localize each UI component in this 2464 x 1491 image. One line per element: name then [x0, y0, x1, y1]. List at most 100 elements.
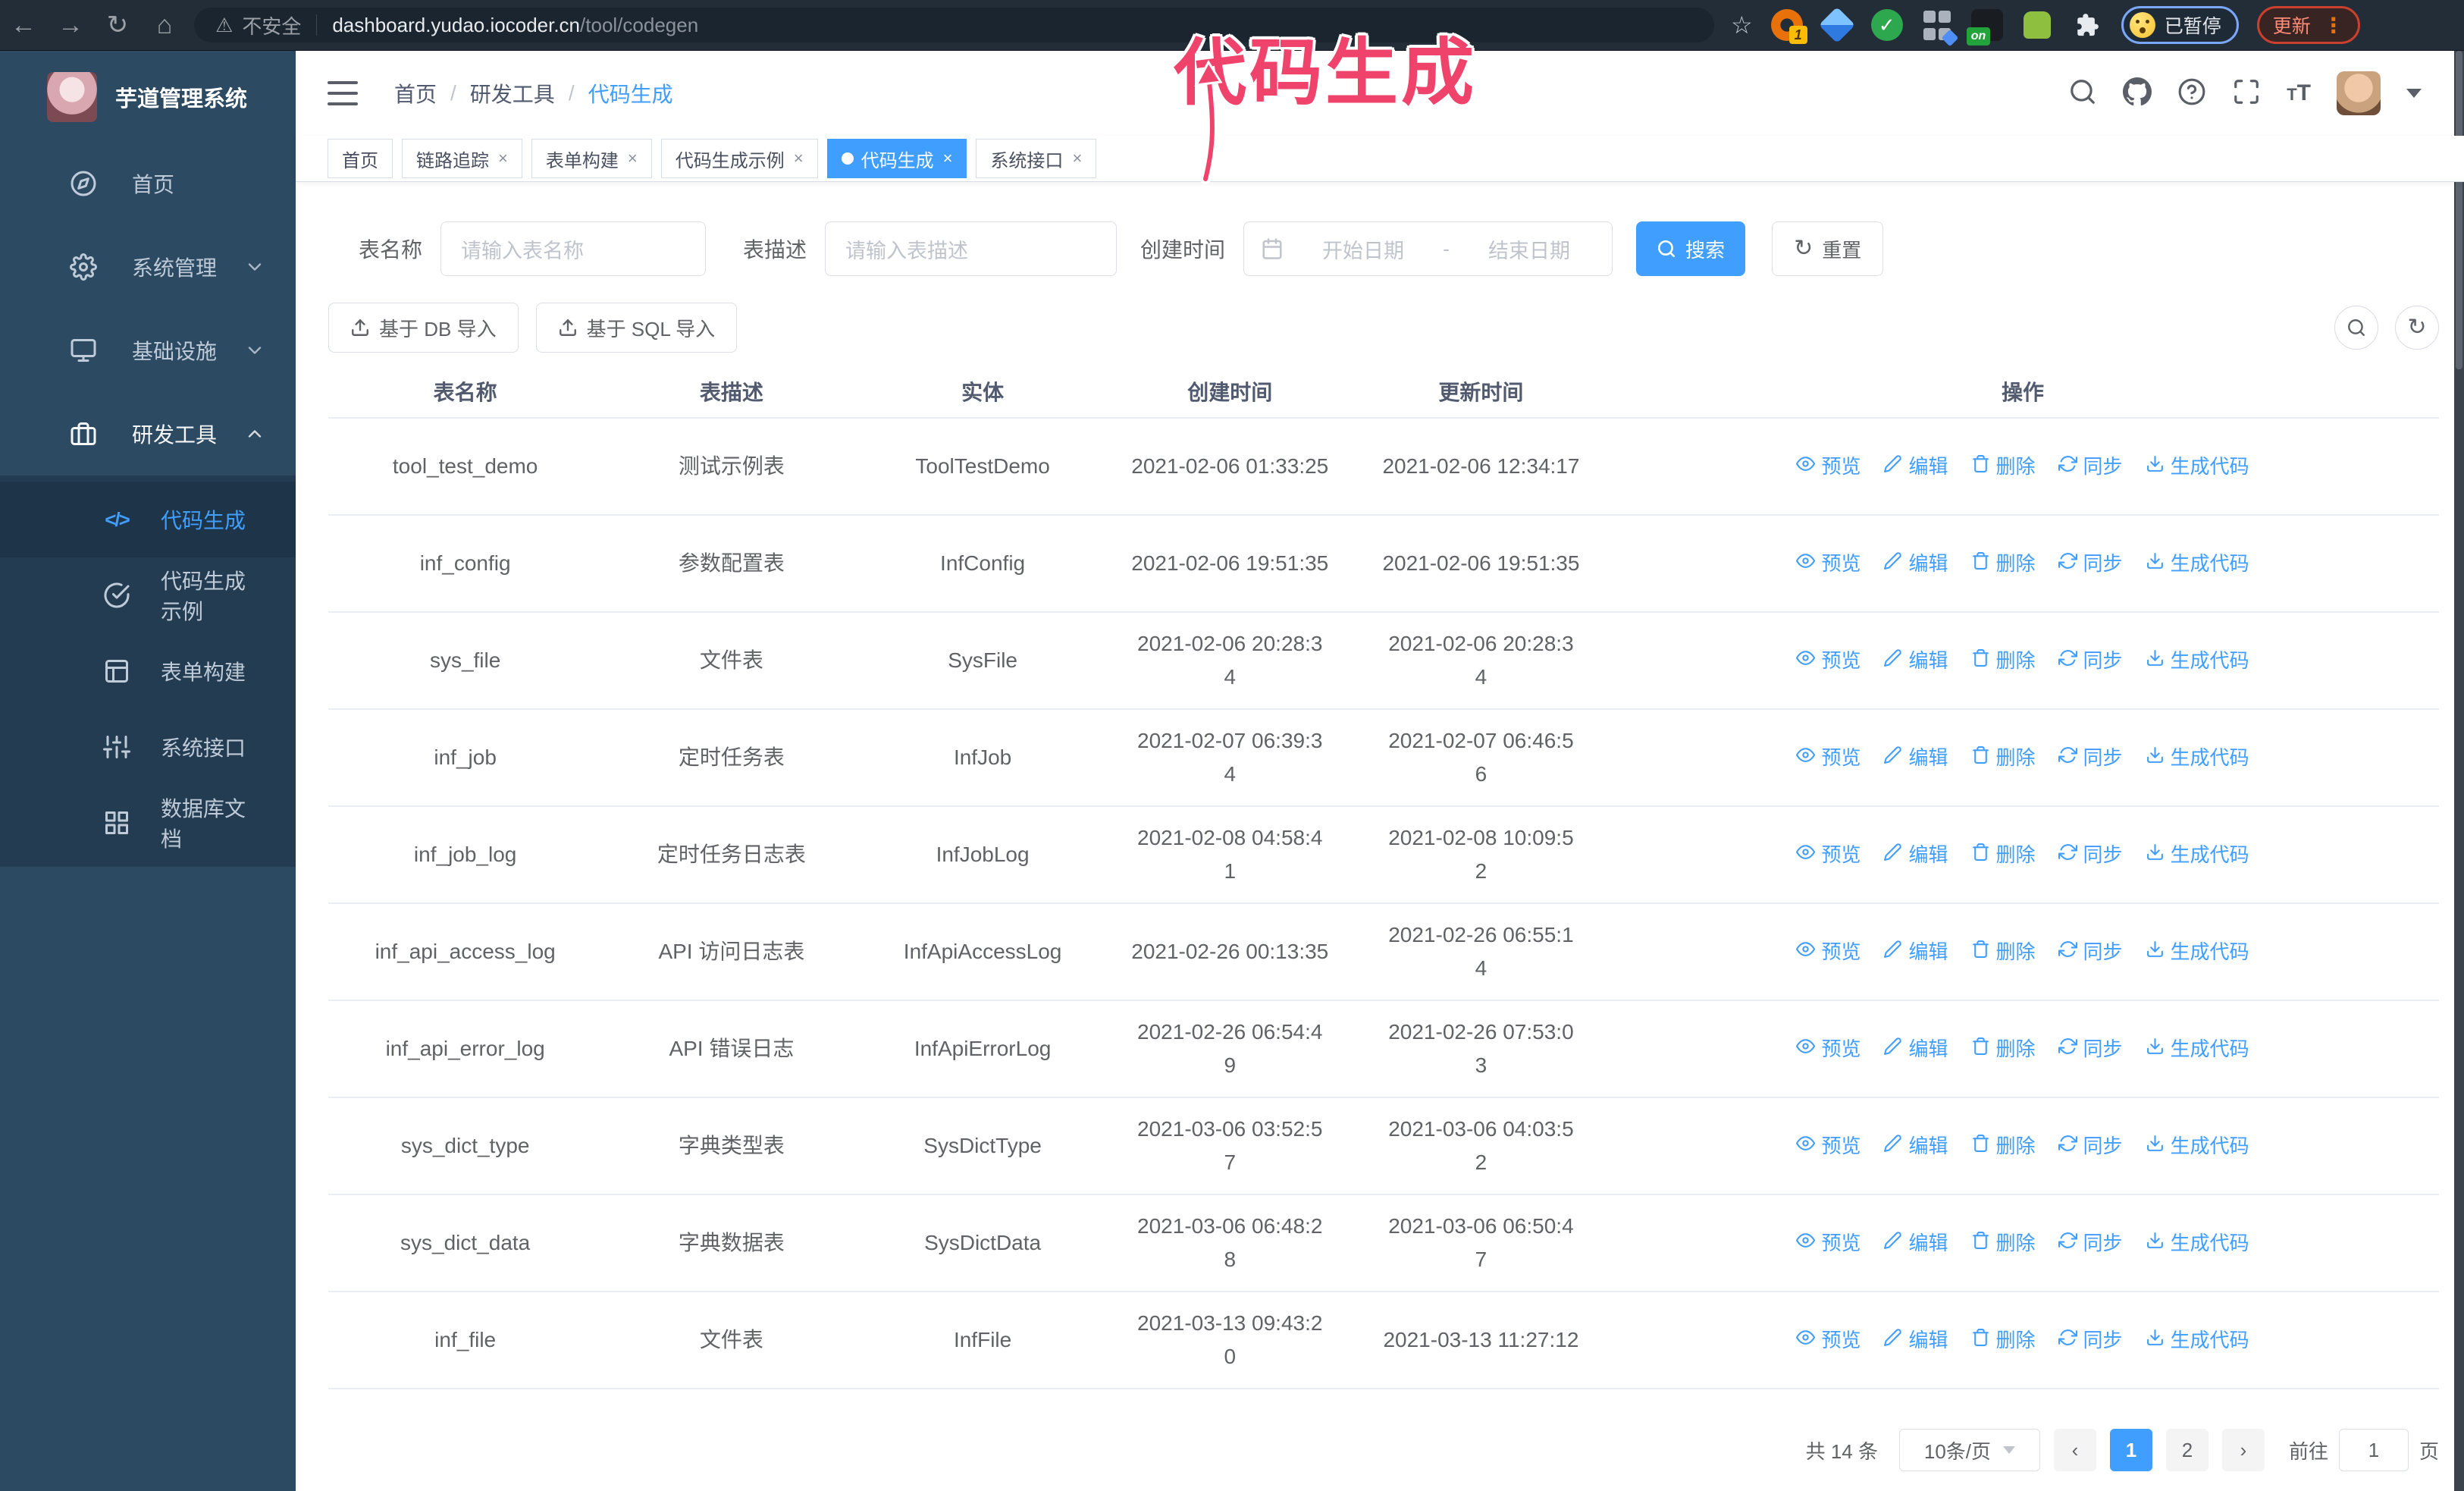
avatar-caret-icon[interactable] [2406, 89, 2422, 98]
refresh-action-link[interactable]: 同步 [2058, 838, 2123, 871]
refresh-action-link[interactable]: 同步 [2058, 1129, 2123, 1163]
tab-4[interactable]: 代码生成 × [826, 139, 967, 178]
eye-action-link[interactable]: 预览 [1796, 741, 1861, 774]
extension-icon-1[interactable]: 1 [1770, 9, 1807, 44]
refresh-action-link[interactable]: 同步 [2058, 644, 2123, 677]
edit-action-link[interactable]: 编辑 [1883, 1323, 1948, 1357]
trash-action-link[interactable]: 删除 [1971, 838, 2036, 871]
sidebar-subitem-2[interactable]: 表单构建 [0, 633, 296, 709]
tab-3[interactable]: 代码生成示例 × [660, 139, 818, 178]
table-row[interactable]: sys_dict_type 字典类型表 SysDictType 2021-03-06 … [328, 1097, 2439, 1195]
toggle-search-button[interactable] [2334, 306, 2378, 350]
close-tab-icon[interactable]: × [943, 149, 953, 168]
download-action-link[interactable]: 生成代码 [2146, 741, 2249, 774]
browser-home-icon[interactable]: ⌂ [141, 11, 188, 40]
import-sql-button[interactable]: 基于 SQL 导入 [535, 303, 738, 353]
edit-action-link[interactable]: 编辑 [1883, 935, 1948, 968]
bookmark-star-icon[interactable]: ☆ [1731, 11, 1753, 39]
sidebar-subitem-0[interactable]: </> 代码生成 [0, 482, 296, 557]
date-range-picker[interactable]: 开始日期 - 结束日期 [1243, 221, 1613, 276]
extension-icon-4[interactable] [1921, 9, 1959, 47]
eye-action-link[interactable]: 预览 [1796, 838, 1861, 871]
close-tab-icon[interactable]: × [794, 149, 804, 168]
eye-action-link[interactable]: 预览 [1796, 450, 1861, 483]
import-db-button[interactable]: 基于 DB 导入 [328, 303, 519, 353]
browser-back-icon[interactable]: ← [0, 11, 47, 40]
eye-action-link[interactable]: 预览 [1796, 1226, 1861, 1260]
trash-action-link[interactable]: 删除 [1971, 1226, 2036, 1260]
eye-action-link[interactable]: 预览 [1796, 644, 1861, 677]
eye-action-link[interactable]: 预览 [1796, 1129, 1861, 1163]
download-action-link[interactable]: 生成代码 [2146, 1032, 2249, 1066]
table-row[interactable]: inf_api_error_log API 错误日志 InfApiErrorLog 2… [328, 1000, 2439, 1098]
trash-action-link[interactable]: 删除 [1971, 547, 2036, 580]
tab-1[interactable]: 链路追踪 × [402, 139, 522, 178]
browser-forward-icon[interactable]: → [47, 11, 94, 40]
edit-action-link[interactable]: 编辑 [1883, 838, 1948, 871]
trash-action-link[interactable]: 删除 [1971, 1129, 2036, 1163]
refresh-action-link[interactable]: 同步 [2058, 1323, 2123, 1357]
refresh-action-link[interactable]: 同步 [2058, 935, 2123, 968]
tab-2[interactable]: 表单构建 × [531, 139, 652, 178]
hamburger-icon[interactable] [328, 81, 358, 105]
page-button-2[interactable]: 2 [2165, 1429, 2209, 1471]
logo-row[interactable]: 芋道管理系统 [0, 51, 296, 142]
breadcrumb-home[interactable]: 首页 [394, 78, 437, 108]
eye-action-link[interactable]: 预览 [1796, 1323, 1861, 1357]
github-icon[interactable] [2123, 77, 2152, 110]
edit-action-link[interactable]: 编辑 [1883, 1129, 1948, 1163]
date-end-input[interactable]: 结束日期 [1463, 234, 1595, 264]
trash-action-link[interactable]: 删除 [1971, 450, 2036, 483]
refresh-action-link[interactable]: 同步 [2058, 547, 2123, 580]
table-row[interactable]: tool_test_demo 测试示例表 ToolTestDemo 2021-02-0… [328, 418, 2439, 516]
help-icon[interactable] [2177, 77, 2206, 110]
user-avatar[interactable] [2337, 71, 2381, 115]
breadcrumb-tools[interactable]: 研发工具 [470, 78, 555, 108]
reset-button[interactable]: ↻ 重置 [1772, 221, 1884, 276]
tab-5[interactable]: 系统接口 × [976, 139, 1097, 178]
table-desc-input[interactable]: 请输入表描述 [825, 221, 1118, 276]
table-row[interactable]: inf_job_log 定时任务日志表 InfJobLog 2021-02-08 04… [328, 806, 2439, 904]
table-name-input[interactable]: 请输入表名称 [440, 221, 707, 276]
extension-icon-3[interactable]: ✓ [1870, 9, 1903, 41]
sidebar-item-0[interactable]: 首页 [0, 142, 296, 225]
edit-action-link[interactable]: 编辑 [1883, 450, 1948, 483]
edit-action-link[interactable]: 编辑 [1883, 547, 1948, 580]
close-tab-icon[interactable]: × [1072, 149, 1082, 168]
next-page-button[interactable]: › [2221, 1429, 2265, 1471]
edit-action-link[interactable]: 编辑 [1883, 741, 1948, 774]
download-action-link[interactable]: 生成代码 [2146, 1129, 2249, 1163]
trash-action-link[interactable]: 删除 [1971, 644, 2036, 677]
edit-action-link[interactable]: 编辑 [1883, 1032, 1948, 1066]
eye-action-link[interactable]: 预览 [1796, 1032, 1861, 1066]
header-search-icon[interactable] [2068, 77, 2097, 110]
chrome-update-button[interactable]: 更新 ⋮ [2256, 6, 2360, 44]
refresh-table-button[interactable]: ↻ [2395, 306, 2439, 350]
sidebar-item-1[interactable]: 系统管理 [0, 225, 296, 309]
date-start-input[interactable]: 开始日期 [1297, 234, 1429, 264]
page-size-select[interactable]: 10条/页 [1898, 1429, 2040, 1471]
extension-icon-6[interactable] [2021, 9, 2053, 41]
table-row[interactable]: inf_api_access_log API 访问日志表 InfApiAccessL… [328, 903, 2439, 1001]
prev-page-button[interactable]: ‹ [2053, 1429, 2096, 1471]
table-row[interactable]: inf_file 文件表 InfFile 2021-03-13 09:43:2 0 202… [328, 1292, 2439, 1389]
address-bar[interactable]: ⚠ 不安全 dashboard.yudao.iocoder.cn /tool/c… [194, 8, 1714, 42]
page-button-1[interactable]: 1 [2109, 1429, 2152, 1471]
sidebar-subitem-4[interactable]: 数据库文档 [0, 785, 296, 861]
scrollbar-thumb[interactable] [2456, 51, 2462, 369]
download-action-link[interactable]: 生成代码 [2146, 1323, 2249, 1357]
extension-icon-2[interactable] [1818, 6, 1855, 44]
table-row[interactable]: inf_config 参数配置表 InfConfig 2021-02-06 19:51… [328, 515, 2439, 613]
tab-0[interactable]: 首页 [328, 139, 393, 178]
goto-page-input[interactable]: 1 [2338, 1429, 2409, 1471]
trash-action-link[interactable]: 删除 [1971, 935, 2036, 968]
extensions-puzzle-icon[interactable] [2071, 9, 2103, 41]
eye-action-link[interactable]: 预览 [1796, 935, 1861, 968]
download-action-link[interactable]: 生成代码 [2146, 450, 2249, 483]
trash-action-link[interactable]: 删除 [1971, 1323, 2036, 1357]
refresh-action-link[interactable]: 同步 [2058, 450, 2123, 483]
font-size-icon[interactable]: TT [2287, 80, 2311, 106]
table-row[interactable]: inf_job 定时任务表 InfJob 2021-02-07 06:39:3 4 202… [328, 709, 2439, 807]
search-button[interactable]: 搜索 [1636, 221, 1746, 276]
download-action-link[interactable]: 生成代码 [2146, 547, 2249, 580]
